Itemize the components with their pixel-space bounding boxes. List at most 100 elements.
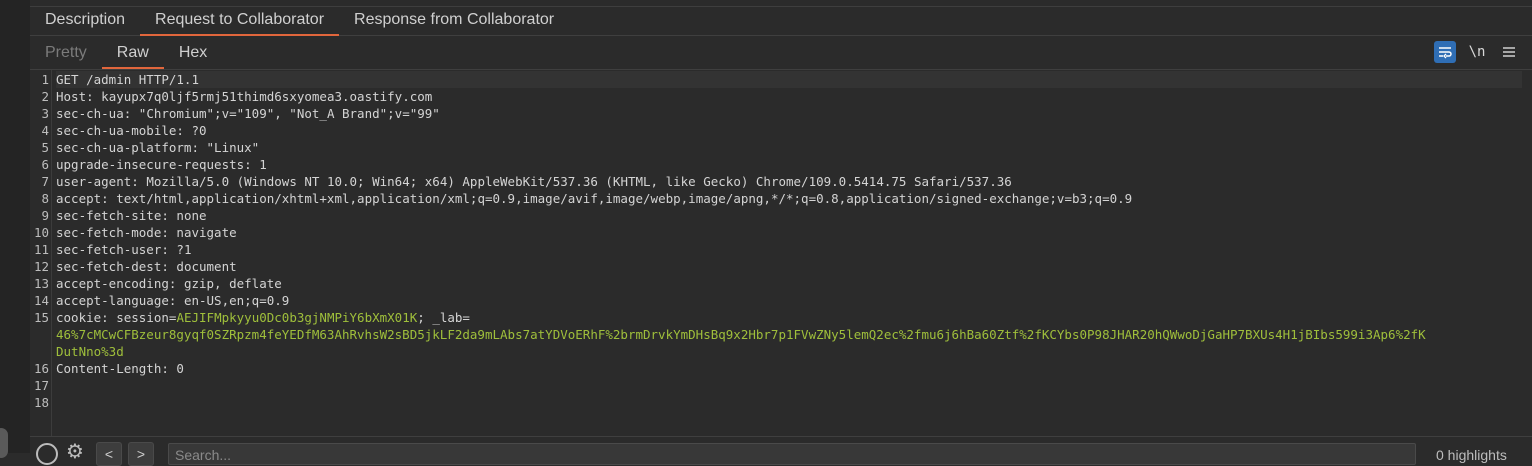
tab-pretty[interactable]: Pretty <box>30 36 102 69</box>
text-wrap-icon[interactable] <box>1434 41 1456 63</box>
code-line: sec-ch-ua-platform: "Linux" <box>56 139 259 156</box>
cookie-divider: ; <box>417 310 433 325</box>
line-number: 8 <box>41 191 49 206</box>
line-number: 5 <box>41 140 49 155</box>
line-number: 3 <box>41 106 49 121</box>
code-line: cookie: session=AEJIFMpkyyu0Dc0b3gjNMPiY… <box>56 309 470 326</box>
code-line: accept: text/html,application/xhtml+xml,… <box>56 190 1132 207</box>
code-line: DutNno%3d <box>56 343 124 360</box>
code-line: sec-fetch-dest: document <box>56 258 237 275</box>
line-number: 9 <box>41 208 49 223</box>
header-separator: : <box>131 174 147 189</box>
header-value: kayupx7q0ljf5rmj51thimd6sxyomea3.oastify… <box>101 89 433 104</box>
tab-response-from-collaborator[interactable]: Response from Collaborator <box>339 6 569 35</box>
previous-match-button[interactable]: < <box>96 442 122 466</box>
line-number: 16 <box>33 361 49 376</box>
code-line: accept-language: en-US,en;q=0.9 <box>56 292 289 309</box>
line-number: 10 <box>33 225 49 240</box>
header-separator: : <box>161 242 177 257</box>
help-icon[interactable] <box>36 443 58 465</box>
code-line: GET /admin HTTP/1.1 <box>56 71 1522 88</box>
cookie-session-value: AEJIFMpkyyu0Dc0b3gjNMPiY6bXmX01K <box>176 310 418 325</box>
line-number: 11 <box>33 242 49 257</box>
raw-request-editor[interactable]: 1 2 3 4 5 6 7 8 9 10 11 12 13 14 15 16 17 18 GET /admin H… <box>30 70 1532 436</box>
header-name: sec-fetch-dest <box>56 259 162 274</box>
line-number: 1 <box>41 72 49 87</box>
header-separator: : <box>168 276 184 291</box>
collaborator-detail-panel: Description Request to Collaborator Resp… <box>30 0 1532 466</box>
view-mode-tabs: Pretty Raw Hex <box>30 36 1532 70</box>
search-input[interactable]: Search... <box>168 443 1416 465</box>
header-name: accept-encoding <box>56 276 169 291</box>
line-number: 6 <box>41 157 49 172</box>
header-separator: : <box>176 123 192 138</box>
line-number: 2 <box>41 89 49 104</box>
line-number: 13 <box>33 276 49 291</box>
header-separator: : <box>101 310 117 325</box>
header-name: Host <box>56 89 87 104</box>
header-separator: : <box>168 293 184 308</box>
tab-description[interactable]: Description <box>30 6 140 35</box>
code-line: sec-fetch-mode: navigate <box>56 224 237 241</box>
header-separator: : <box>244 157 260 172</box>
code-line: sec-ch-ua-mobile: ?0 <box>56 122 207 139</box>
header-value: gzip, deflate <box>183 276 282 291</box>
line-number: 4 <box>41 123 49 138</box>
line-number: 15 <box>33 310 49 325</box>
header-value: 0 <box>176 361 184 376</box>
header-name: Content-Length <box>56 361 162 376</box>
header-value: 1 <box>259 157 267 172</box>
gear-icon[interactable]: ⚙ <box>66 441 88 463</box>
header-name: sec-fetch-mode <box>56 225 162 240</box>
header-value: document <box>176 259 237 274</box>
header-value: "Chromium";v="109", "Not_A Brand";v="99" <box>138 106 440 121</box>
header-name: GET /admin HTTP/1.1 <box>56 72 199 87</box>
code-line: accept-encoding: gzip, deflate <box>56 275 282 292</box>
tab-hex[interactable]: Hex <box>164 36 222 69</box>
header-name: accept-language <box>56 293 169 308</box>
tab-raw[interactable]: Raw <box>101 36 164 69</box>
cookie-lab-value: DutNno%3d <box>56 344 124 359</box>
header-value: en-US,en;q=0.9 <box>183 293 290 308</box>
header-separator: : <box>86 89 102 104</box>
header-name: accept <box>56 191 102 206</box>
header-separator: : <box>101 191 117 206</box>
code-line: Host: kayupx7q0ljf5rmj51thimd6sxyomea3.o… <box>56 88 432 105</box>
cookie-session-key: session= <box>116 310 177 325</box>
next-match-button[interactable]: > <box>128 442 154 466</box>
header-separator: : <box>161 361 177 376</box>
header-name: sec-ch-ua <box>56 106 124 121</box>
hamburger-menu-icon[interactable] <box>1498 41 1520 63</box>
editor-toolbar: \n <box>1434 41 1520 63</box>
search-bar: ⚙ < > Search... 0 highlights <box>30 436 1532 466</box>
header-separator: : <box>123 106 139 121</box>
header-value: ?1 <box>176 242 192 257</box>
header-value: ?0 <box>191 123 207 138</box>
code-line: 46%7cMCwCFBzeur8gyqf0SZRpzm4feYEDfM63AhR… <box>56 326 1426 343</box>
header-value: none <box>176 208 207 223</box>
main-tabs: Description Request to Collaborator Resp… <box>30 6 1532 36</box>
line-number: 14 <box>33 293 49 308</box>
header-name: user-agent <box>56 174 132 189</box>
header-value: text/html,application/xhtml+xml,applicat… <box>116 191 1133 206</box>
line-number: 12 <box>33 259 49 274</box>
header-separator: : <box>161 225 177 240</box>
header-name: cookie <box>56 310 102 325</box>
show-newlines-button[interactable]: \n <box>1466 41 1488 63</box>
header-name: sec-ch-ua-mobile <box>56 123 177 138</box>
header-separator: : <box>161 259 177 274</box>
header-name: upgrade-insecure-requests <box>56 157 245 172</box>
code-line: sec-fetch-site: none <box>56 207 207 224</box>
cookie-lab-key: _lab= <box>432 310 470 325</box>
line-number: 18 <box>33 395 49 410</box>
line-number-gutter: 1 2 3 4 5 6 7 8 9 10 11 12 13 14 15 16 17 18 <box>30 70 52 436</box>
sidebar-resize-handle[interactable] <box>0 428 8 458</box>
line-number: 7 <box>41 174 49 189</box>
header-name: sec-fetch-user <box>56 242 162 257</box>
code-line: upgrade-insecure-requests: 1 <box>56 156 267 173</box>
header-name: sec-ch-ua-platform <box>56 140 192 155</box>
left-sidebar-strip <box>0 0 31 458</box>
header-value: Mozilla/5.0 (Windows NT 10.0; Win64; x64… <box>146 174 1012 189</box>
highlight-count: 0 highlights <box>1436 447 1507 463</box>
tab-request-to-collaborator[interactable]: Request to Collaborator <box>140 6 339 36</box>
